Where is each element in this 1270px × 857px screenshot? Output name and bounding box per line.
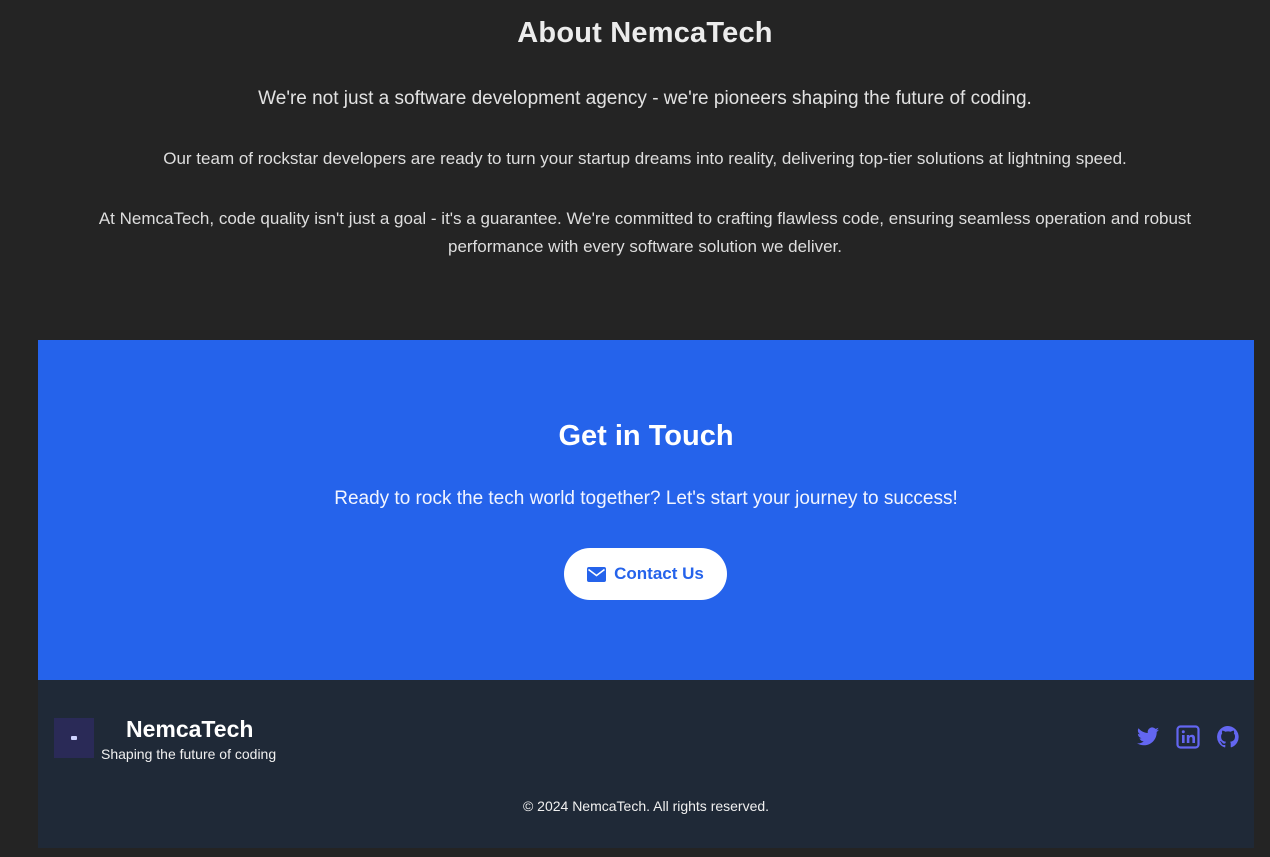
- github-icon[interactable]: [1216, 725, 1240, 749]
- social-links: [1136, 725, 1240, 749]
- page: About NemcaTech We're not just a softwar…: [0, 0, 1270, 857]
- contact-title: Get in Touch: [558, 420, 734, 452]
- brand-logo[interactable]: [54, 718, 94, 758]
- linkedin-icon[interactable]: [1176, 725, 1200, 749]
- logo-mark: [71, 736, 77, 740]
- envelope-icon: [587, 566, 607, 582]
- contact-us-label: Contact Us: [614, 564, 704, 583]
- about-paragraph: Our team of rockstar developers are read…: [163, 149, 1127, 168]
- about-paragraph: At NemcaTech, code quality isn't just a …: [98, 209, 1192, 256]
- footer: NemcaTech Shaping the future of coding ©…: [38, 680, 1254, 848]
- about-title: About NemcaTech: [517, 17, 773, 49]
- contact-text: Ready to rock the tech world together? L…: [334, 488, 958, 509]
- copyright-text: © 2024 NemcaTech. All rights reserved.: [522, 798, 770, 814]
- contact-us-button[interactable]: Contact Us: [564, 548, 727, 600]
- twitter-icon[interactable]: [1136, 725, 1160, 749]
- about-lead: We're not just a software development ag…: [258, 88, 1032, 109]
- brand-tagline: Shaping the future of coding: [101, 746, 277, 762]
- contact-section: Get in Touch Ready to rock the tech worl…: [38, 340, 1254, 680]
- brand-name: NemcaTech: [126, 716, 254, 742]
